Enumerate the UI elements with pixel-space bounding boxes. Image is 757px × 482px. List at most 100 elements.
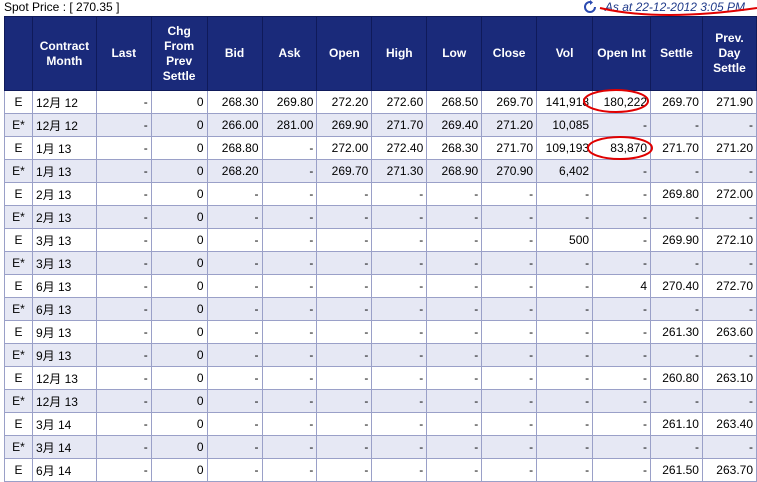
value-cell: - xyxy=(536,458,594,482)
column-header: Open xyxy=(316,16,373,91)
value-cell: - xyxy=(261,205,318,229)
value-cell: 141,918 xyxy=(536,90,594,114)
value-cell: 0 xyxy=(150,274,208,298)
value-cell: - xyxy=(95,136,152,160)
value-cell: - xyxy=(701,205,757,229)
contract-type-cell: E* xyxy=(4,251,33,275)
value-cell: - xyxy=(371,182,428,206)
value-cell: - xyxy=(316,412,373,436)
value-cell: - xyxy=(316,435,373,459)
value-cell: 500 xyxy=(536,228,594,252)
value-cell: - xyxy=(316,205,373,229)
value-cell: - xyxy=(95,159,152,183)
table-row: E 9月 13-0- - - - - - - -261.30 263.60 xyxy=(4,320,757,344)
value-cell: - xyxy=(316,320,373,344)
value-cell: - xyxy=(592,412,651,436)
value-cell: - xyxy=(536,412,594,436)
column-header: Chg From Prev Settle xyxy=(150,16,208,91)
value-cell: 271.90 xyxy=(701,90,757,114)
table-row: E* 3月 14-0- - - - - - - - - - xyxy=(4,435,757,459)
value-cell: - xyxy=(206,251,263,275)
value-cell: 268.90 xyxy=(426,159,483,183)
value-cell: 6,402 xyxy=(536,159,594,183)
contract-month-cell: 6月 13 xyxy=(31,297,97,321)
value-cell: - xyxy=(371,389,428,413)
value-cell: 0 xyxy=(150,366,208,390)
contract-month-cell: 12月 12 xyxy=(31,113,97,137)
table-row: E* 3月 13-0- - - - - - - - - - xyxy=(4,251,757,275)
table-row: E* 9月 13-0- - - - - - - - - - xyxy=(4,343,757,367)
value-cell: - xyxy=(701,251,757,275)
value-cell: 271.20 xyxy=(481,113,538,137)
value-cell: - xyxy=(206,205,263,229)
value-cell: - xyxy=(95,251,152,275)
contract-type-cell: E xyxy=(4,90,33,114)
table-row: E 12月 13-0- - - - - - - -260.80 263.10 xyxy=(4,366,757,390)
value-cell: - xyxy=(592,320,651,344)
value-cell: - xyxy=(206,297,263,321)
value-cell: 269.70 xyxy=(650,90,703,114)
value-cell: 281.00 xyxy=(261,113,318,137)
value-cell: - xyxy=(206,182,263,206)
value-cell: - xyxy=(206,435,263,459)
contract-type-cell: E* xyxy=(4,205,33,229)
value-cell: 270.40 xyxy=(650,274,703,298)
contract-month-cell: 3月 13 xyxy=(31,251,97,275)
value-cell: - xyxy=(371,228,428,252)
value-cell: - xyxy=(316,182,373,206)
column-header: Open Int xyxy=(592,16,651,91)
value-cell: 0 xyxy=(150,113,208,137)
value-cell: 268.50 xyxy=(426,90,483,114)
value-cell: - xyxy=(481,205,538,229)
value-cell: - xyxy=(536,205,594,229)
column-header: Ask xyxy=(261,16,318,91)
value-cell: - xyxy=(481,182,538,206)
value-cell: - xyxy=(371,366,428,390)
value-cell: 4 xyxy=(592,274,651,298)
value-cell: - xyxy=(592,228,651,252)
table-row: E 6月 14-0- - - - - - - -261.50 263.70 xyxy=(4,458,757,482)
value-cell: - xyxy=(316,366,373,390)
value-cell: - xyxy=(426,435,483,459)
value-cell: - xyxy=(261,320,318,344)
value-cell: 271.70 xyxy=(371,113,428,137)
value-cell: - xyxy=(371,412,428,436)
value-cell: 263.40 xyxy=(701,412,757,436)
value-cell: - xyxy=(206,389,263,413)
value-cell: 10,085 xyxy=(536,113,594,137)
value-cell: - xyxy=(261,182,318,206)
value-cell: 272.40 xyxy=(371,136,428,160)
value-cell: - xyxy=(95,205,152,229)
contract-month-cell: 6月 14 xyxy=(31,458,97,482)
value-cell: - xyxy=(261,159,318,183)
as-at-timestamp: As at 22-12-2012 3:05 PM xyxy=(604,0,745,14)
value-cell: - xyxy=(95,228,152,252)
value-cell: - xyxy=(261,366,318,390)
value-cell: - xyxy=(481,251,538,275)
value-cell: - xyxy=(316,297,373,321)
value-cell: 261.50 xyxy=(650,458,703,482)
contract-month-cell: 9月 13 xyxy=(31,320,97,344)
value-cell: 266.00 xyxy=(206,113,263,137)
value-cell: - xyxy=(206,228,263,252)
value-cell: - xyxy=(426,297,483,321)
value-cell: 0 xyxy=(150,251,208,275)
value-cell: - xyxy=(650,435,703,459)
contract-type-cell: E xyxy=(4,228,33,252)
value-cell: 268.30 xyxy=(206,90,263,114)
value-cell: 0 xyxy=(150,435,208,459)
value-cell: - xyxy=(536,366,594,390)
value-cell: - xyxy=(481,297,538,321)
contract-month-cell: 3月 14 xyxy=(31,412,97,436)
contract-month-cell: 2月 13 xyxy=(31,182,97,206)
value-cell: - xyxy=(536,297,594,321)
value-cell: 268.20 xyxy=(206,159,263,183)
value-cell: 272.00 xyxy=(701,182,757,206)
value-cell: - xyxy=(206,458,263,482)
contract-month-cell: 12月 13 xyxy=(31,389,97,413)
value-cell: - xyxy=(206,343,263,367)
contract-type-cell: E* xyxy=(4,389,33,413)
value-cell: 263.70 xyxy=(701,458,757,482)
refresh-icon[interactable] xyxy=(583,0,597,14)
value-cell: - xyxy=(592,113,651,137)
